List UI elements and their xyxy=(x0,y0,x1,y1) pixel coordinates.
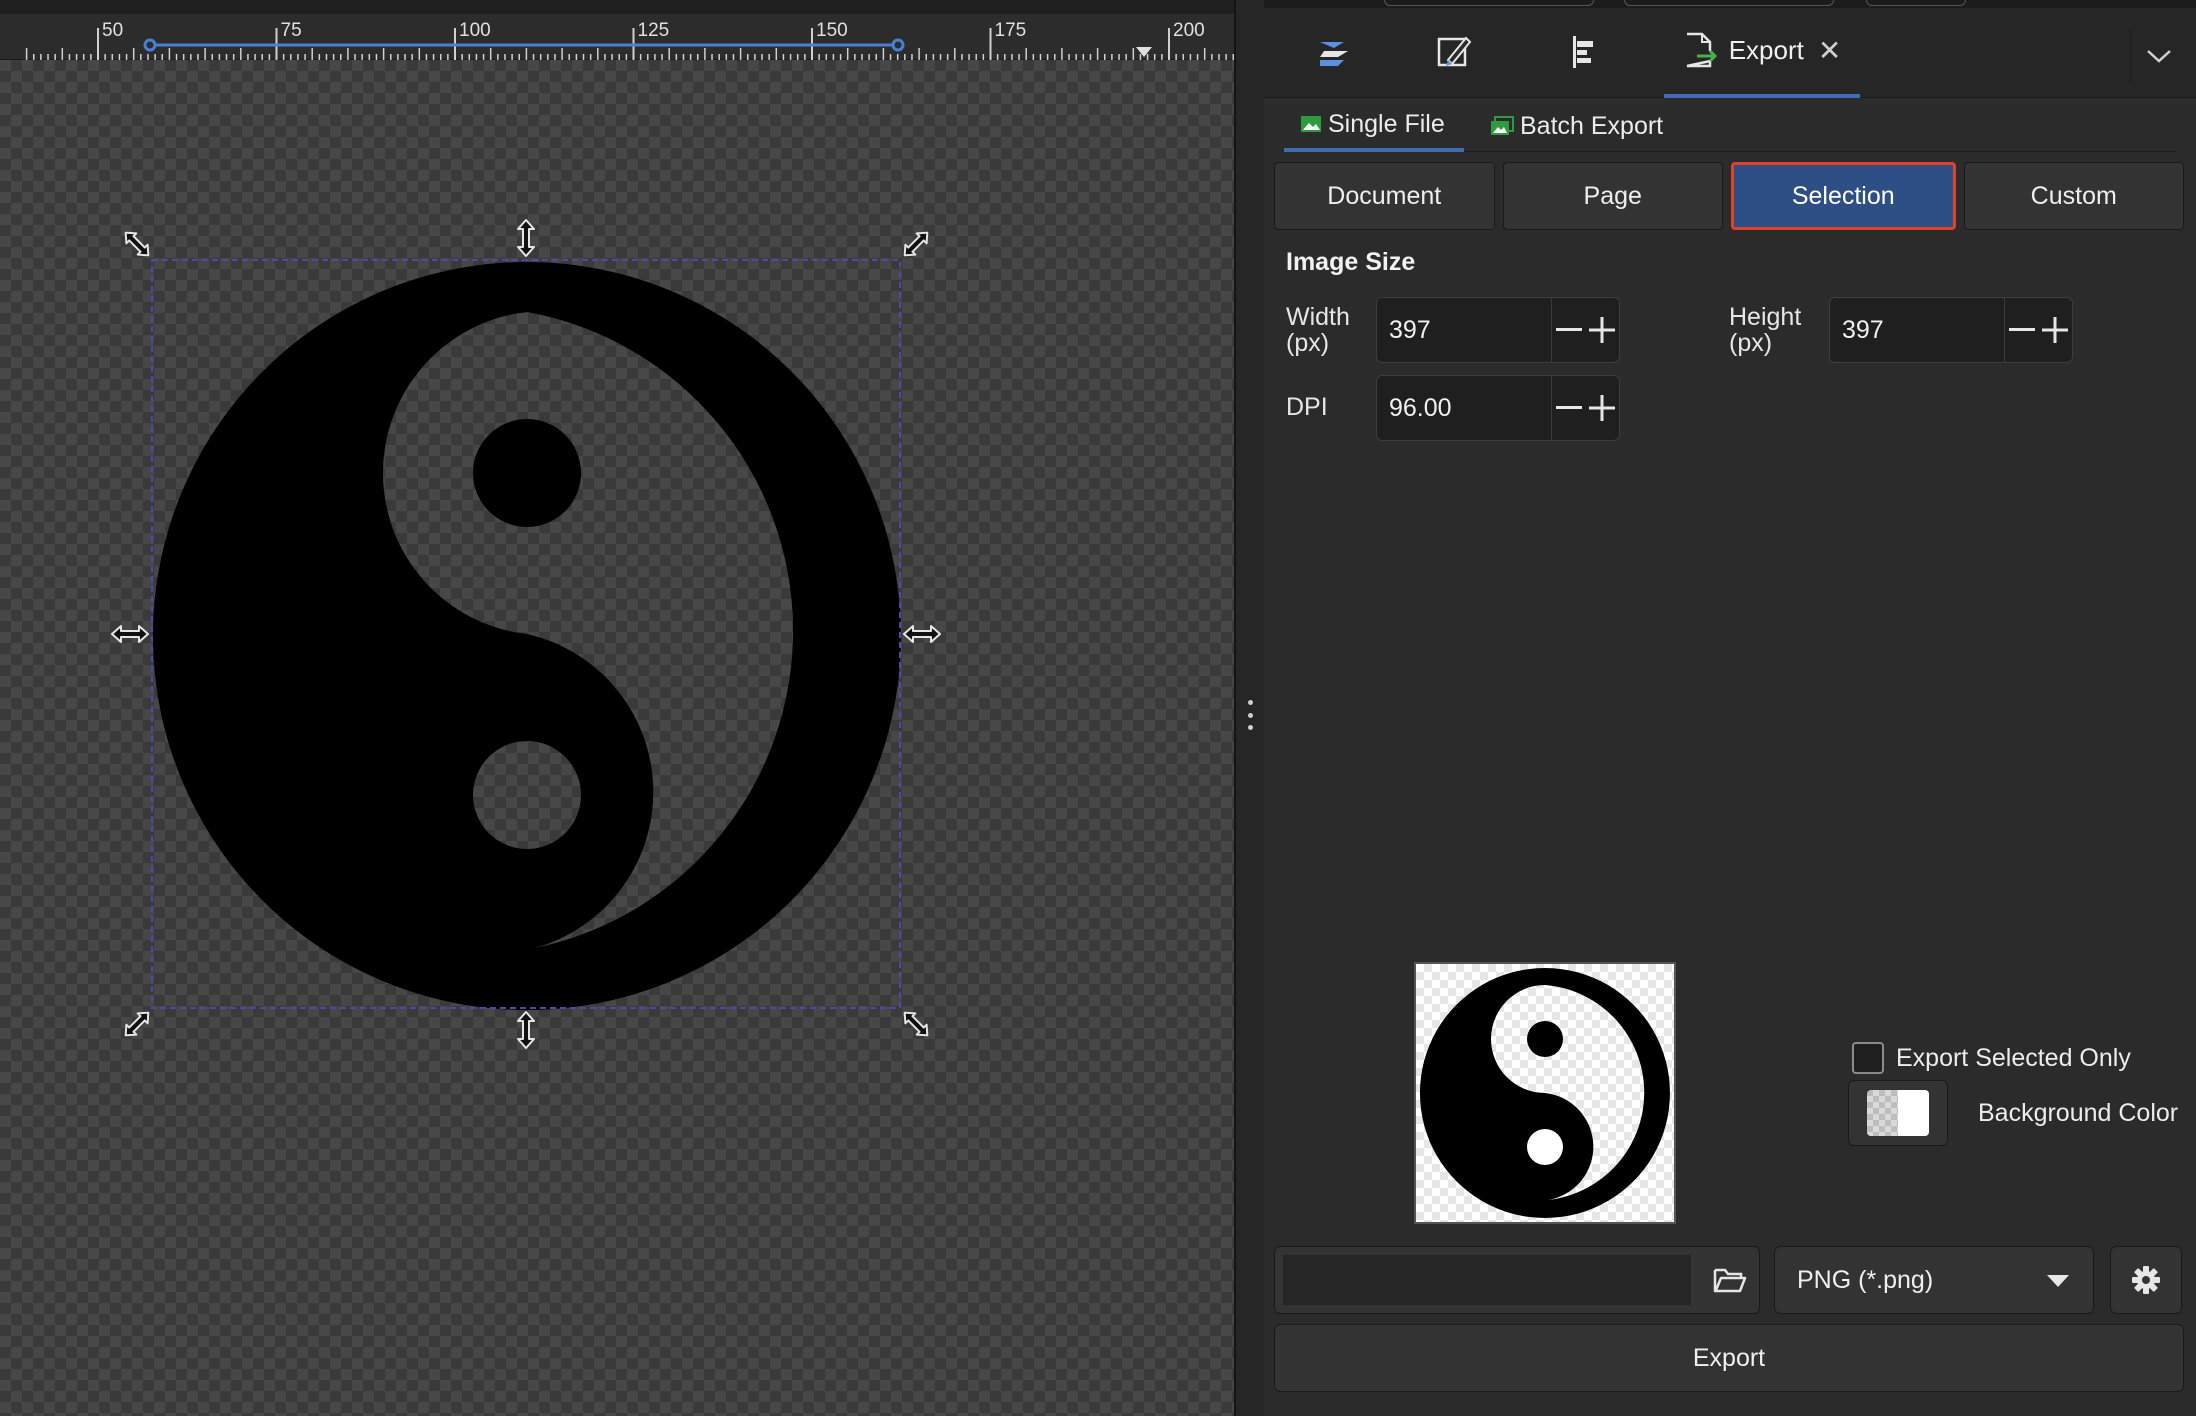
minus-icon xyxy=(1555,328,1582,331)
dropdown-arrow-icon xyxy=(2047,1275,2069,1287)
close-tab-icon[interactable]: ✕ xyxy=(1818,34,1841,67)
export-settings-button[interactable] xyxy=(2110,1246,2182,1314)
layers-icon xyxy=(1320,42,1348,66)
filename-field xyxy=(1274,1246,1760,1314)
area-custom-button[interactable]: Custom xyxy=(1963,162,2184,230)
width-label-line2: (px) xyxy=(1286,329,1330,357)
export-preview xyxy=(1414,962,1676,1224)
tab-batch-export-label: Batch Export xyxy=(1520,111,1664,140)
width-decrement-button[interactable] xyxy=(1551,298,1585,362)
height-increment-button[interactable] xyxy=(2038,298,2072,362)
tab-layers[interactable] xyxy=(1294,22,1374,82)
height-decrement-button[interactable] xyxy=(2004,298,2038,362)
drag-handle-icon[interactable] xyxy=(1246,700,1254,730)
plus-icon xyxy=(1589,395,1615,421)
browse-folder-button[interactable] xyxy=(1705,1255,1755,1305)
export-button[interactable]: Export xyxy=(1274,1324,2184,1392)
dpi-increment-button[interactable] xyxy=(1585,376,1619,440)
batch-images-icon xyxy=(1491,116,1514,135)
scale-handle-bottom-left[interactable] xyxy=(121,1008,154,1041)
dpi-decrement-button[interactable] xyxy=(1551,376,1585,440)
height-label-line1: Height xyxy=(1729,303,1802,331)
chevron-down-icon[interactable] xyxy=(2130,28,2186,84)
plus-icon xyxy=(1589,317,1615,343)
yin-yang-hole xyxy=(473,741,581,849)
artwork-layer[interactable] xyxy=(0,0,1234,1416)
export-selected-only-checkbox[interactable]: Export Selected Only xyxy=(1852,1042,2131,1074)
scale-handle-top-right[interactable] xyxy=(900,228,933,261)
export-file-row: PNG (*.png) xyxy=(1274,1246,2184,1314)
scale-handle-bottom[interactable] xyxy=(517,1011,535,1049)
area-page-button[interactable]: Page xyxy=(1502,162,1723,230)
plus-icon xyxy=(2042,317,2068,343)
background-color-button[interactable] xyxy=(1848,1080,1948,1146)
scale-handle-right[interactable] xyxy=(903,625,941,643)
minus-icon xyxy=(2008,328,2035,331)
export-panel: Export ✕ Single File Batch Export Docume… xyxy=(1264,0,2196,1416)
align-icon xyxy=(1573,36,1593,68)
export-selected-only-label: Export Selected Only xyxy=(1896,1043,2131,1072)
height-value[interactable]: 397 xyxy=(1830,316,2004,345)
width-increment-button[interactable] xyxy=(1585,298,1619,362)
minus-icon xyxy=(1555,406,1582,409)
tab-align[interactable] xyxy=(1544,22,1624,82)
background-color-row: Background Color xyxy=(1848,1080,2178,1146)
image-icon xyxy=(1301,116,1321,132)
panel-splitter[interactable] xyxy=(1234,0,1264,1416)
scale-handle-top-left[interactable] xyxy=(121,228,154,261)
width-spinbox[interactable]: 397 xyxy=(1376,297,1620,363)
tab-export-label: Export xyxy=(1728,34,1804,65)
width-value[interactable]: 397 xyxy=(1377,316,1551,345)
tab-fill-stroke[interactable] xyxy=(1414,22,1494,82)
folder-open-icon xyxy=(1713,1268,1747,1293)
canvas-area[interactable]: 50 75 100 125 150 175 200 xyxy=(0,0,1234,1416)
export-icon xyxy=(1686,32,1717,68)
file-format-dropdown[interactable]: PNG (*.png) xyxy=(1774,1246,2094,1314)
scale-handle-bottom-right[interactable] xyxy=(900,1008,933,1041)
image-size-heading: Image Size xyxy=(1286,248,1416,276)
height-label: Height (px) xyxy=(1729,304,1801,356)
dpi-spinbox[interactable]: 96.00 xyxy=(1376,375,1620,441)
yin-yang-preview-icon xyxy=(1419,968,1670,1218)
color-swatch xyxy=(1867,1090,1929,1136)
yin-yang-icon[interactable] xyxy=(152,262,901,1010)
dpi-label: DPI xyxy=(1286,393,1328,421)
panel-top-strip xyxy=(1264,0,2196,8)
gear-icon xyxy=(2132,1266,2160,1294)
background-color-label: Background Color xyxy=(1978,1098,2179,1127)
height-label-line2: (px) xyxy=(1729,329,1773,357)
fill-stroke-icon xyxy=(1437,36,1472,67)
checkbox-box[interactable] xyxy=(1852,1042,1884,1074)
area-selection-button[interactable]: Selection xyxy=(1731,162,1956,230)
height-spinbox[interactable]: 397 xyxy=(1829,297,2073,363)
scale-handle-top[interactable] xyxy=(517,219,535,257)
width-label-line1: Width xyxy=(1286,303,1350,331)
export-area-selector: Document Page Selection Custom xyxy=(1274,162,2184,234)
tab-single-file-label: Single File xyxy=(1328,109,1445,138)
tab-export[interactable]: Export ✕ xyxy=(1664,22,1860,98)
area-document-button[interactable]: Document xyxy=(1274,162,1495,230)
width-label: Width (px) xyxy=(1286,304,1350,356)
dpi-value[interactable]: 96.00 xyxy=(1377,394,1551,423)
file-format-value: PNG (*.png) xyxy=(1797,1265,1934,1294)
tab-batch-export[interactable]: Batch Export xyxy=(1474,100,1679,152)
export-mode-tabs: Single File Batch Export xyxy=(1284,100,2176,152)
dock-tab-bar: Export ✕ xyxy=(1264,8,2196,98)
scale-handle-left[interactable] xyxy=(111,625,149,643)
filename-input[interactable] xyxy=(1283,1255,1691,1305)
tab-single-file[interactable]: Single File xyxy=(1284,100,1464,152)
